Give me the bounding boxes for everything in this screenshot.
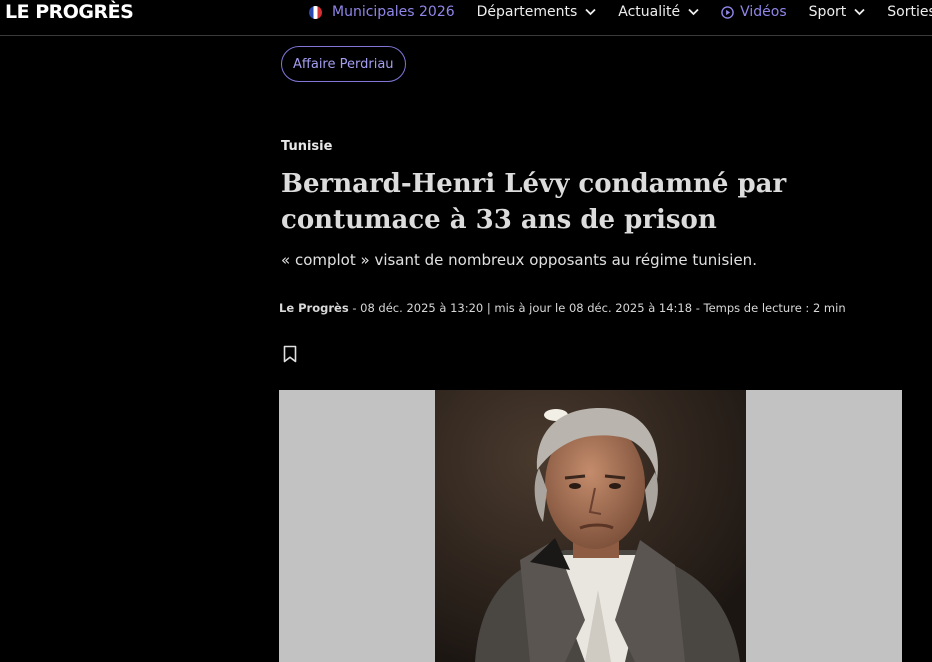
nav-item-actualite[interactable]: Actualité xyxy=(618,4,699,20)
bookmark-icon[interactable] xyxy=(282,345,298,363)
nav-item-label: Sport xyxy=(808,4,847,20)
article-rubric[interactable]: Tunisie xyxy=(281,139,332,154)
top-navigation-bar: LE PROGRÈS Municipales 2026 Départements… xyxy=(0,0,932,36)
article-meta: Le Progrès - 08 déc. 2025 à 13:20 | mis … xyxy=(279,301,846,315)
chevron-down-icon xyxy=(688,8,699,16)
nav-item-videos[interactable]: Vidéos xyxy=(721,4,787,20)
article-image-frame xyxy=(279,390,902,662)
portrait-photo xyxy=(435,390,746,662)
chevron-down-icon xyxy=(585,8,596,16)
nav-item-sorties[interactable]: Sorties xyxy=(887,4,932,20)
nav-item-label: Actualité xyxy=(618,4,681,20)
article-dates-reading-time: - 08 déc. 2025 à 13:20 | mis à jour le 0… xyxy=(348,301,846,315)
nav-item-label: Sorties xyxy=(887,4,932,20)
article-photo[interactable] xyxy=(435,390,746,662)
site-logo[interactable]: LE PROGRÈS xyxy=(5,1,134,23)
article-lede: « complot » visant de nombreux opposants… xyxy=(281,251,757,269)
nav-item-departements[interactable]: Départements xyxy=(477,4,597,20)
flag-fr-icon xyxy=(309,5,322,19)
nav-item-label: Vidéos xyxy=(740,4,787,20)
play-icon xyxy=(721,5,734,19)
article-source: Le Progrès xyxy=(279,301,349,315)
nav-item-label: Municipales 2026 xyxy=(332,4,455,20)
nav-item-municipales[interactable]: Municipales 2026 xyxy=(309,4,455,20)
topic-tag-button[interactable]: Affaire Perdriau xyxy=(281,46,406,82)
nav-item-label: Départements xyxy=(476,4,578,20)
article-title: Bernard-Henri Lévy condamné par contumac… xyxy=(281,169,787,235)
main-nav: Municipales 2026 Départements Actualité … xyxy=(309,0,932,24)
chevron-down-icon xyxy=(854,8,865,16)
nav-item-sport[interactable]: Sport xyxy=(809,4,866,20)
